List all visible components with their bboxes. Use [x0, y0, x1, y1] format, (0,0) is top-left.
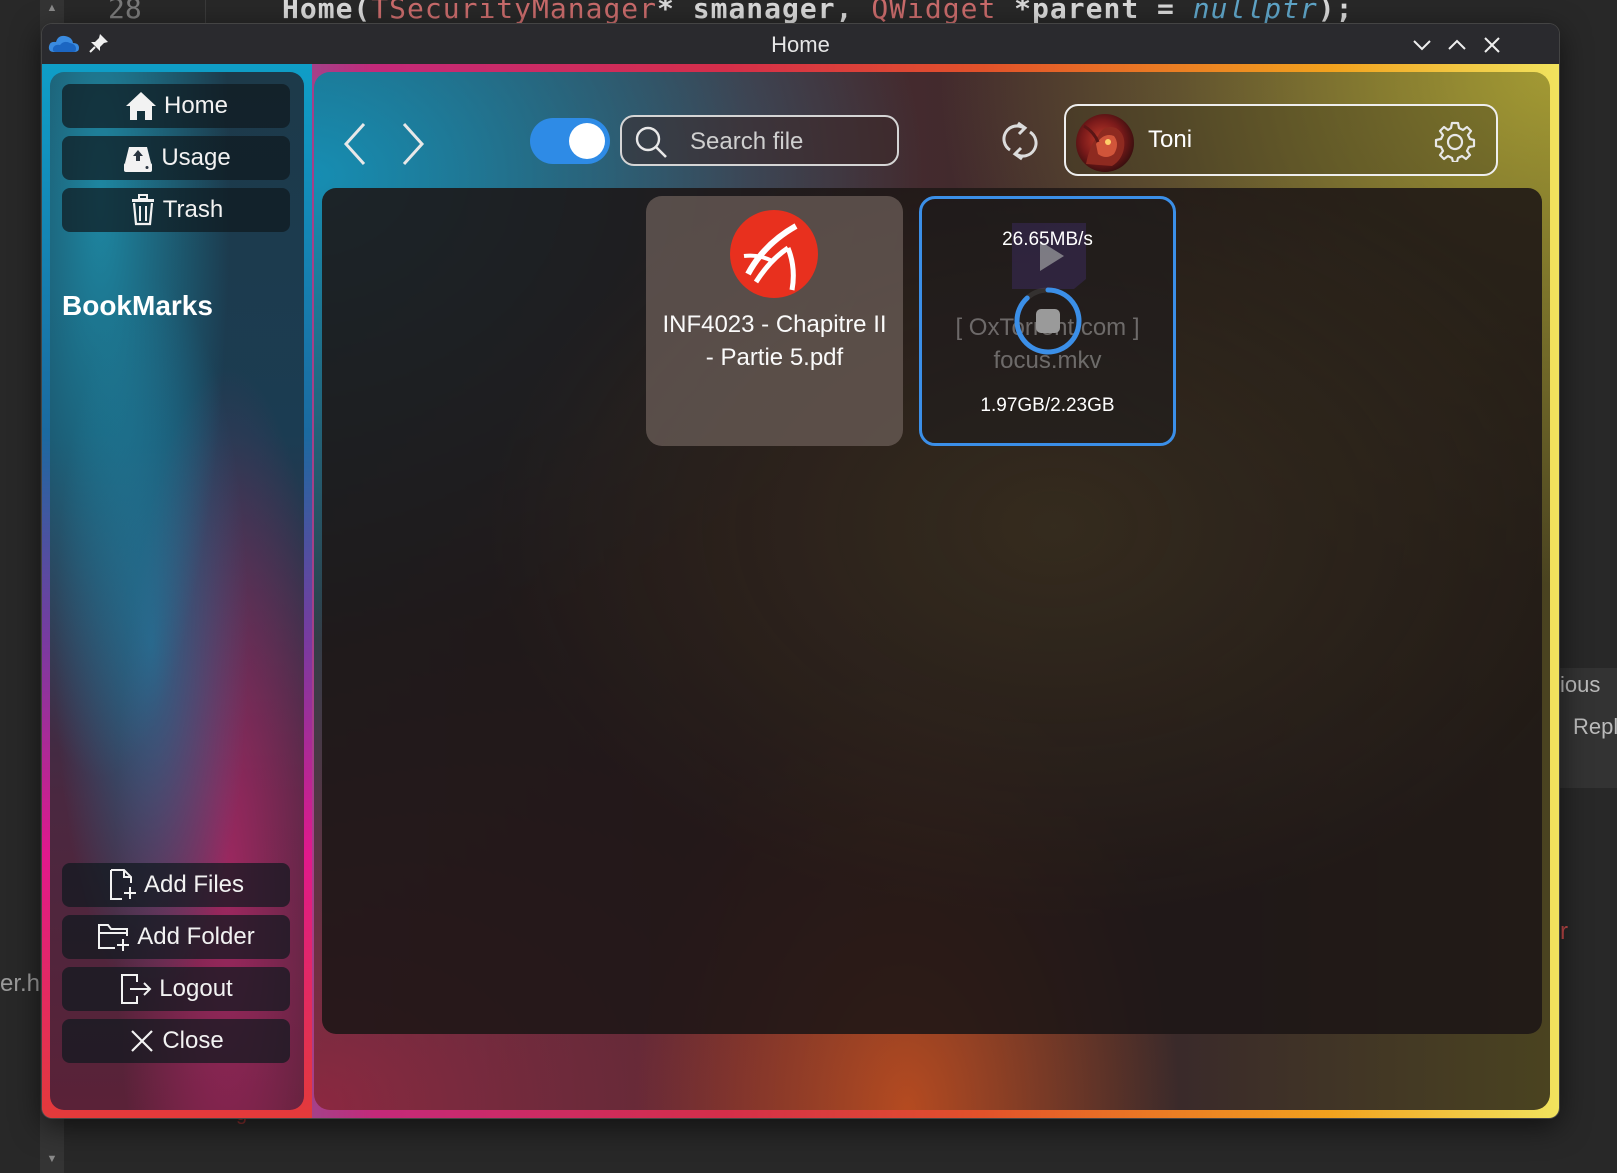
home-icon: [125, 92, 156, 120]
avatar-image: [1083, 124, 1125, 166]
code-line: Home(TSecurityManager* smanager, QWidget…: [282, 0, 1354, 25]
app-window: Home Home Usage Trash BookMarks Add File…: [42, 24, 1559, 1118]
window-title: Home: [771, 32, 830, 57]
logout-label: Logout: [159, 975, 233, 1002]
toggle-knob: [569, 123, 605, 159]
user-name: Toni: [1148, 126, 1193, 153]
background-panel-text: ious: [1560, 672, 1601, 697]
scroll-down-icon: ▼: [46, 1153, 58, 1165]
bookmarks-heading: BookMarks: [62, 290, 213, 321]
main-panel: Toni INF4023 - Chapitre II - Partie 5.pd…: [314, 72, 1550, 1110]
background-panel-text: Repl: [1573, 714, 1617, 739]
background-tab-text: er.h: [0, 970, 41, 997]
sidebar-item-label: Home: [163, 92, 229, 119]
back-button[interactable]: [340, 120, 374, 168]
add-folder-label: Add Folder: [137, 923, 255, 950]
stop-icon[interactable]: [1036, 309, 1060, 333]
file-name: INF4023 - Chapitre II - Partie 5.pdf: [662, 311, 887, 371]
add-files-button[interactable]: Add Files: [62, 863, 290, 907]
scroll-up-icon: ▲: [46, 2, 58, 14]
maximize-button[interactable]: [1444, 32, 1470, 58]
sidebar: Home Usage Trash BookMarks Add Files Add…: [50, 72, 304, 1110]
close-window-button[interactable]: [1479, 32, 1505, 58]
search-input[interactable]: [688, 125, 892, 159]
minimize-button[interactable]: [1409, 32, 1435, 58]
line-number: 28: [108, 0, 142, 25]
file-card-downloading[interactable]: 26.65MB/s [ OxTorrent.com ] focus.mkv 1.…: [919, 196, 1176, 446]
file-card[interactable]: INF4023 - Chapitre II - Partie 5.pdf: [646, 196, 903, 446]
refresh-icon[interactable]: [1000, 120, 1040, 162]
gear-icon[interactable]: [1434, 120, 1476, 162]
close-label: Close: [162, 1027, 224, 1054]
user-panel[interactable]: Toni: [1064, 104, 1498, 176]
pdf-icon: [730, 210, 818, 298]
sidebar-item-home[interactable]: Home: [62, 84, 290, 128]
sidebar-item-usage[interactable]: Usage: [62, 136, 290, 180]
forward-button[interactable]: [394, 120, 428, 168]
download-speed: 26.65MB/s: [1002, 229, 1093, 250]
background-panel-text: r: [1560, 918, 1568, 945]
add-file-icon: [109, 869, 136, 900]
gutter-divider: [205, 0, 206, 26]
add-folder-icon: [98, 924, 130, 951]
file-grid: INF4023 - Chapitre II - Partie 5.pdf 26.…: [322, 188, 1542, 1034]
logout-button[interactable]: Logout: [62, 967, 290, 1011]
close-button[interactable]: Close: [62, 1019, 290, 1063]
view-toggle[interactable]: [530, 118, 610, 164]
search-icon: [635, 126, 667, 158]
sidebar-item-trash[interactable]: Trash: [62, 188, 290, 232]
add-files-label: Add Files: [143, 871, 245, 898]
upload-drive-icon: [124, 147, 153, 172]
close-icon: [131, 1030, 154, 1052]
add-folder-button[interactable]: Add Folder: [62, 915, 290, 959]
sidebar-item-label: Trash: [162, 196, 224, 223]
search-box[interactable]: [620, 115, 899, 166]
download-progress-spinner[interactable]: [1012, 285, 1084, 357]
trash-icon: [131, 194, 154, 226]
logout-icon: [121, 974, 152, 1004]
avatar: [1076, 114, 1134, 172]
sidebar-item-label: Usage: [161, 144, 231, 171]
download-progress-text: 1.97GB/2.23GB: [980, 395, 1115, 416]
title-bar: Home: [42, 24, 1559, 64]
